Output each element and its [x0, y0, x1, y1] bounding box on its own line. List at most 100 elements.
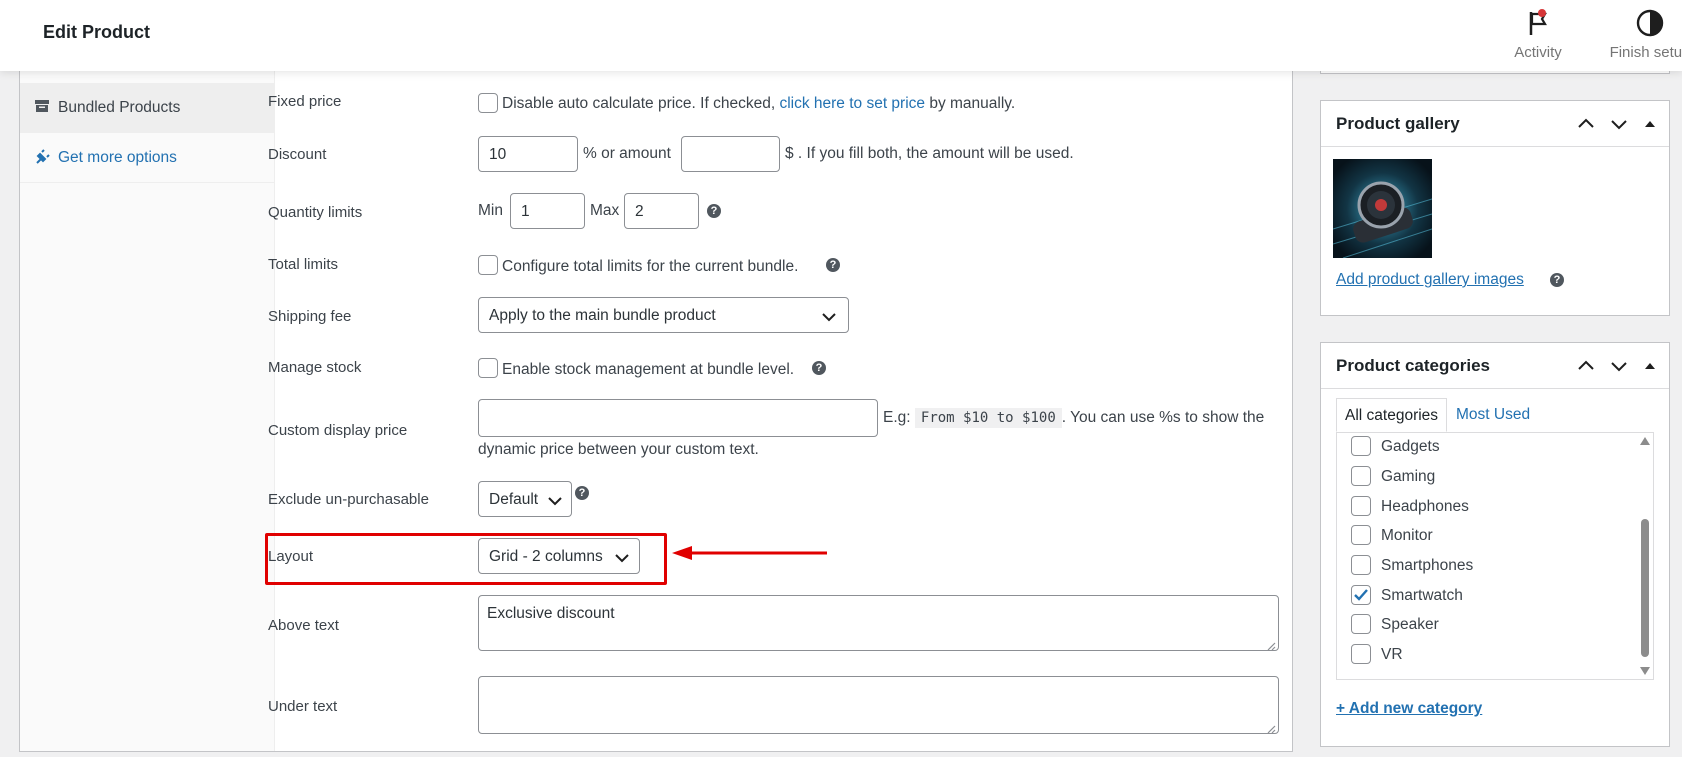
manage-stock-checkbox[interactable]	[478, 358, 498, 378]
category-checkbox[interactable]	[1351, 496, 1371, 516]
fixed-price-text: Disable auto calculate price. If checked…	[502, 95, 1015, 113]
help-icon[interactable]: ?	[826, 258, 840, 272]
category-scrollbar[interactable]	[1637, 433, 1653, 679]
add-new-category-link[interactable]: + Add new category	[1336, 700, 1482, 718]
help-icon[interactable]: ?	[575, 486, 589, 500]
max-label: Max	[590, 202, 620, 219]
layout-select[interactable]: Grid - 2 columns	[478, 538, 640, 574]
tab-all-categories[interactable]: All categories	[1336, 398, 1448, 432]
category-checklist: Gadgets Gaming Headphones Monitor Smartp…	[1336, 432, 1654, 680]
discount-amount-input[interactable]	[681, 136, 780, 172]
tab-get-more-options[interactable]: Get more options	[20, 133, 275, 183]
quantity-limits-label: Quantity limits	[268, 204, 363, 221]
box-icon	[34, 99, 50, 113]
custom-display-price-label: Custom display price	[268, 422, 408, 439]
gallery-image-smartwatch[interactable]	[1333, 159, 1432, 258]
above-text-label: Above text	[268, 617, 339, 634]
layout-value: Grid - 2 columns	[489, 548, 603, 565]
category-checkbox[interactable]	[1351, 555, 1371, 575]
move-down-icon[interactable]	[1610, 357, 1628, 375]
category-checkbox[interactable]	[1351, 525, 1371, 545]
eg-label: E.g:	[883, 409, 911, 426]
move-up-icon[interactable]	[1577, 357, 1595, 375]
scroll-down-icon[interactable]	[1640, 667, 1650, 675]
under-text-textarea[interactable]	[478, 676, 1279, 734]
resize-handle-icon[interactable]	[1266, 638, 1276, 651]
under-text-label: Under text	[268, 698, 338, 715]
tab-bundled-products[interactable]: Bundled Products	[20, 83, 275, 133]
category-checkbox[interactable]	[1351, 436, 1371, 456]
discount-label: Discount	[268, 146, 327, 163]
exclude-unpurchasable-value: Default	[489, 491, 539, 508]
category-name: VR	[1381, 646, 1403, 663]
product-categories-box: Product categories All categories Most U…	[1320, 342, 1670, 747]
category-checkbox[interactable]	[1351, 614, 1371, 634]
exclude-unpurchasable-select[interactable]: Default	[478, 481, 572, 517]
help-icon[interactable]: ?	[1550, 273, 1564, 287]
category-checkbox[interactable]	[1351, 644, 1371, 664]
category-name: Gaming	[1381, 468, 1436, 485]
manage-stock-label: Manage stock	[268, 359, 362, 376]
total-limits-label: Total limits	[268, 256, 339, 273]
fixed-price-label: Fixed price	[268, 93, 342, 110]
top-header: Edit Product Activity Finish setup	[0, 0, 1682, 71]
discount-suffix-text: $ . If you fill both, the amount will be…	[785, 145, 1074, 162]
total-limits-checkbox[interactable]	[478, 255, 498, 275]
category-name: Monitor	[1381, 527, 1433, 544]
above-text-textarea[interactable]: Exclusive discount	[478, 595, 1279, 651]
half-circle-icon	[1635, 8, 1665, 38]
finish-setup-button[interactable]: Finish setup	[1590, 8, 1682, 61]
product-categories-title: Product categories	[1336, 356, 1490, 375]
set-price-link[interactable]: click here to set price	[779, 95, 925, 112]
shipping-fee-select[interactable]: Apply to the main bundle product	[478, 297, 849, 333]
product-gallery-header: Product gallery	[1321, 101, 1669, 147]
move-down-icon[interactable]	[1610, 115, 1628, 133]
page-title: Edit Product	[43, 22, 150, 42]
manage-stock-text: Enable stock management at bundle level.	[502, 361, 795, 378]
add-gallery-images-link[interactable]: Add product gallery images	[1336, 271, 1524, 289]
flag-icon	[1523, 8, 1553, 38]
category-name: Smartwatch	[1381, 587, 1463, 604]
chevron-down-icon	[822, 309, 836, 322]
min-quantity-input[interactable]: 1	[510, 193, 585, 229]
discount-percent-input[interactable]: 10	[478, 136, 578, 172]
fixed-price-text-before: Disable auto calculate price. If checked…	[502, 95, 776, 112]
category-checkbox-checked[interactable]	[1351, 585, 1371, 605]
tab-bundled-products-label: Bundled Products	[58, 99, 181, 116]
product-gallery-title: Product gallery	[1336, 114, 1460, 133]
eg-code: From $10 to $100	[914, 408, 1062, 428]
category-name: Smartphones	[1381, 557, 1474, 574]
eg-text-1: . You can use %s to show the	[1061, 409, 1265, 426]
tab-get-more-options-label: Get more options	[58, 149, 177, 166]
checkmark-icon	[1354, 589, 1368, 601]
category-name: Gadgets	[1381, 438, 1440, 455]
custom-display-price-hint: dynamic price between your custom text.	[478, 441, 759, 458]
tab-most-used[interactable]: Most Used	[1448, 398, 1538, 432]
custom-display-price-input[interactable]	[478, 399, 878, 437]
activity-label: Activity	[1514, 44, 1562, 61]
collapse-toggle-icon[interactable]	[1641, 115, 1659, 133]
fixed-price-checkbox[interactable]	[478, 93, 498, 113]
help-icon[interactable]: ?	[812, 361, 826, 375]
activity-button[interactable]: Activity	[1505, 8, 1571, 61]
chevron-down-icon	[548, 493, 562, 506]
finish-setup-label: Finish setup	[1609, 44, 1682, 61]
resize-handle-icon[interactable]	[1266, 721, 1276, 734]
help-icon[interactable]: ?	[707, 204, 721, 218]
fixed-price-text-after: by manually.	[929, 95, 1016, 112]
above-text-value: Exclusive discount	[487, 605, 615, 622]
category-name: Speaker	[1381, 616, 1439, 633]
max-quantity-input[interactable]: 2	[624, 193, 699, 229]
exclude-unpurchasable-label: Exclude un-purchasable	[268, 491, 429, 508]
shipping-fee-label: Shipping fee	[268, 308, 352, 325]
product-data-tabs: Bundled Products Get more options	[20, 61, 275, 751]
shipping-fee-value: Apply to the main bundle product	[489, 307, 716, 324]
product-categories-header: Product categories	[1321, 343, 1669, 389]
collapse-toggle-icon[interactable]	[1641, 357, 1659, 375]
category-checkbox[interactable]	[1351, 466, 1371, 486]
scroll-up-icon[interactable]	[1640, 437, 1650, 445]
chevron-down-icon	[615, 550, 629, 563]
category-name: Headphones	[1381, 498, 1469, 515]
scrollbar-thumb[interactable]	[1641, 519, 1649, 657]
move-up-icon[interactable]	[1577, 115, 1595, 133]
